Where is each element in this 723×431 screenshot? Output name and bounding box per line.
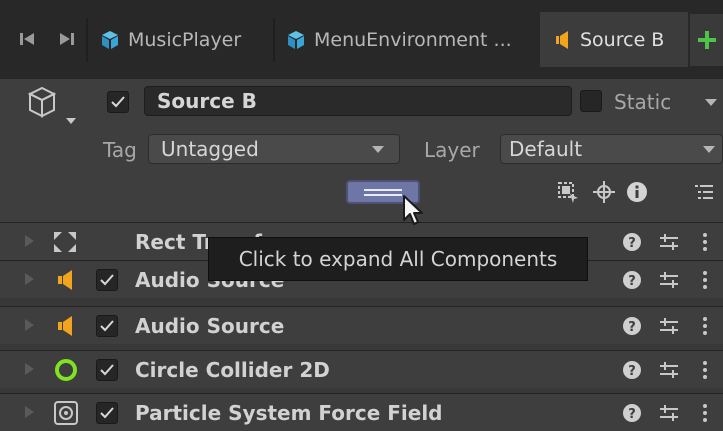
presets-icon[interactable]: [658, 403, 680, 423]
mouse-cursor-icon: [403, 195, 423, 225]
more-vertical-icon[interactable]: [700, 232, 710, 252]
help-icon[interactable]: ?: [622, 403, 642, 423]
more-vertical-icon[interactable]: [700, 403, 710, 423]
circle-collider-icon: [55, 359, 77, 381]
plus-icon: [697, 31, 716, 49]
help-icon[interactable]: ?: [622, 360, 642, 380]
gameobject-icon-picker[interactable]: [26, 84, 82, 132]
audio-source-icon: [556, 30, 568, 49]
foldout-arrow-icon[interactable]: [25, 235, 34, 247]
tooltip: Click to expand All Components: [208, 237, 588, 281]
foldout-arrow-icon[interactable]: [25, 363, 34, 375]
tab-source-b[interactable]: Source B: [540, 12, 688, 67]
audio-source-icon: [58, 270, 72, 290]
tab-menuenvironment[interactable]: MenuEnvironment ...: [286, 12, 538, 67]
checkmark-icon: [111, 96, 125, 108]
checkmark-icon: [100, 407, 114, 419]
presets-icon[interactable]: [658, 270, 680, 290]
component-label: Particle System Force Field: [135, 400, 443, 425]
pivot-icon[interactable]: [592, 180, 616, 204]
skip-back-icon: [20, 33, 34, 45]
component-label: Audio Source: [135, 313, 285, 338]
chevron-down-icon: [703, 146, 715, 153]
checkmark-icon: [100, 364, 114, 376]
more-vertical-icon[interactable]: [700, 360, 710, 380]
layer-value: Default: [509, 137, 583, 161]
next-tab-button[interactable]: [56, 16, 78, 62]
gameobject-icon: [102, 30, 118, 49]
component-enabled-checkbox[interactable]: [96, 402, 118, 424]
cube-icon: [27, 86, 76, 124]
component-enabled-checkbox[interactable]: [96, 315, 118, 337]
tab-label: Source B: [580, 28, 665, 51]
previous-tab-button[interactable]: [16, 16, 38, 62]
svg-text:?: ?: [628, 407, 636, 422]
component-enabled-checkbox[interactable]: [96, 359, 118, 381]
name-field[interactable]: Source B: [144, 86, 572, 116]
component-row-circle-collider-2d[interactable]: Circle Collider 2D ?: [0, 350, 723, 388]
select-region-icon[interactable]: [556, 180, 580, 204]
static-label: Static: [614, 90, 672, 114]
tab-separator: [86, 18, 88, 62]
skip-forward-icon: [60, 33, 74, 45]
help-icon[interactable]: ?: [622, 232, 642, 252]
foldout-arrow-icon[interactable]: [25, 406, 34, 418]
static-checkbox[interactable]: [580, 90, 602, 112]
help-icon[interactable]: ?: [622, 270, 642, 290]
list-menu-icon[interactable]: [694, 182, 714, 202]
more-vertical-icon[interactable]: [700, 316, 710, 336]
chevron-down-icon[interactable]: [704, 98, 718, 108]
chevron-down-icon: [372, 146, 384, 153]
checkmark-icon: [100, 320, 114, 332]
expand-bar: [364, 194, 402, 196]
tab-label: MusicPlayer: [128, 28, 242, 51]
tag-dropdown[interactable]: Untagged: [148, 134, 400, 164]
presets-icon[interactable]: [658, 360, 680, 380]
expand-bar: [364, 189, 402, 191]
component-label: Circle Collider 2D: [135, 357, 330, 382]
presets-icon[interactable]: [658, 232, 680, 252]
svg-text:?: ?: [628, 364, 636, 379]
info-icon[interactable]: [626, 181, 648, 203]
gameobject-icon: [288, 30, 304, 49]
name-value: Source B: [157, 89, 257, 113]
layer-label: Layer: [424, 138, 480, 162]
component-enabled-checkbox[interactable]: [96, 269, 118, 291]
tab-label: MenuEnvironment ...: [314, 28, 512, 51]
help-icon[interactable]: ?: [622, 316, 642, 336]
component-row-audio-source[interactable]: Audio Source ?: [0, 306, 723, 344]
svg-text:?: ?: [628, 236, 636, 251]
foldout-arrow-icon[interactable]: [25, 273, 34, 285]
add-tab-button[interactable]: [690, 14, 723, 66]
tag-value: Untagged: [161, 137, 259, 161]
component-row-particle-system-force-field[interactable]: Particle System Force Field ?: [0, 393, 723, 431]
rect-transform-icon: [54, 232, 76, 252]
tag-label: Tag: [103, 138, 137, 162]
checkmark-icon: [100, 274, 114, 286]
force-field-icon: [54, 401, 78, 425]
more-vertical-icon[interactable]: [700, 270, 710, 290]
active-checkbox[interactable]: [107, 91, 129, 113]
tab-separator: [273, 18, 275, 62]
foldout-arrow-icon[interactable]: [25, 319, 34, 331]
svg-text:?: ?: [628, 274, 636, 289]
svg-text:?: ?: [628, 320, 636, 335]
layer-dropdown[interactable]: Default: [500, 134, 723, 164]
audio-source-icon: [58, 316, 72, 336]
presets-icon[interactable]: [658, 316, 680, 336]
tooltip-text: Click to expand All Components: [238, 247, 558, 271]
tab-musicplayer[interactable]: MusicPlayer: [100, 12, 270, 67]
